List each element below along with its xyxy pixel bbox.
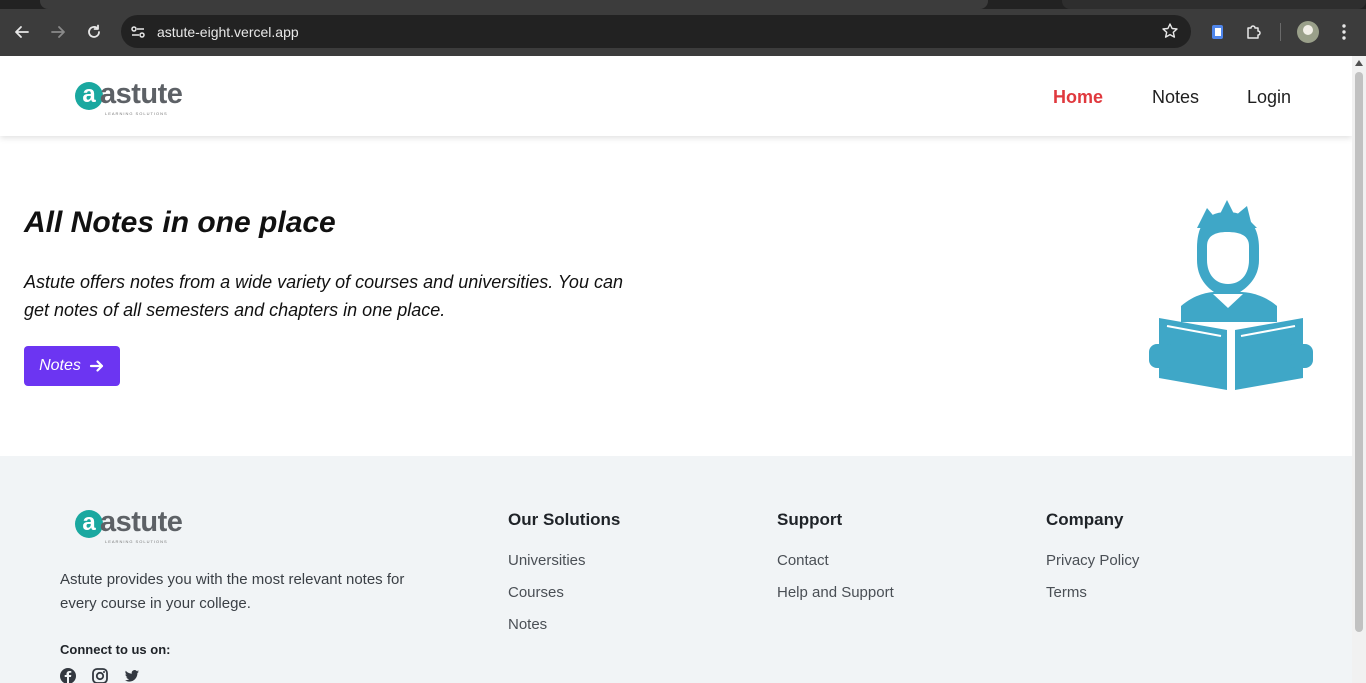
toolbar-separator (1280, 23, 1281, 41)
notes-cta-button[interactable]: Notes (24, 346, 120, 386)
profile-avatar[interactable] (1297, 21, 1319, 43)
logo-tagline: LEARNING SOLUTIONS (105, 111, 168, 116)
nav-login[interactable]: Login (1247, 87, 1291, 108)
forward-arrow-icon (51, 26, 65, 38)
connect-label: Connect to us on: (60, 642, 171, 657)
back-arrow-icon (15, 26, 29, 38)
footer-link-contact[interactable]: Contact (777, 552, 829, 569)
site-footer: a astute LEARNING SOLUTIONS Astute provi… (0, 456, 1352, 683)
footer-link-privacy-policy[interactable]: Privacy Policy (1046, 552, 1139, 569)
twitter-icon[interactable] (123, 667, 141, 683)
page-content: a astute LEARNING SOLUTIONS Home Notes L… (0, 56, 1352, 683)
url-text[interactable]: astute-eight.vercel.app (157, 24, 299, 40)
tab-strip (0, 0, 1366, 9)
footer-col-support-title: Support (777, 510, 843, 529)
extensions-puzzle-icon[interactable] (1244, 22, 1264, 42)
browser-chrome: astute-eight.vercel.app (0, 0, 1366, 56)
reload-button[interactable] (82, 20, 106, 44)
address-bar[interactable]: astute-eight.vercel.app (121, 15, 1191, 48)
reader-icon (1149, 200, 1313, 390)
site-header: a astute LEARNING SOLUTIONS Home Notes L… (0, 56, 1352, 136)
reload-icon (88, 24, 100, 38)
more-menu-icon[interactable] (1334, 22, 1354, 42)
back-button[interactable] (10, 20, 34, 44)
footer-logo-tagline: LEARNING SOLUTIONS (105, 539, 168, 544)
footer-col-company-title: Company (1046, 510, 1124, 529)
footer-logo[interactable]: a astute LEARNING SOLUTIONS (75, 506, 183, 544)
footer-logo-wordmark: astute (100, 506, 183, 538)
hero-description: Astute offers notes from a wide variety … (24, 272, 623, 320)
footer-link-notes[interactable]: Notes (508, 616, 547, 633)
bookmark-star-icon[interactable] (1161, 22, 1179, 40)
astute-logo[interactable]: a astute LEARNING SOLUTIONS (75, 78, 183, 116)
instagram-icon[interactable] (91, 667, 109, 683)
arrow-right-icon (89, 360, 103, 372)
extension-doc-icon[interactable] (1208, 22, 1228, 42)
footer-description: Astute provides you with the most releva… (60, 571, 405, 612)
notes-cta-label: Notes (39, 357, 81, 374)
facebook-icon[interactable] (59, 667, 77, 683)
hero-title: All Notes in one place (24, 206, 336, 240)
forward-button[interactable] (46, 20, 70, 44)
nav-notes[interactable]: Notes (1152, 87, 1199, 108)
logo-mark: a (75, 82, 103, 110)
scrollbar-thumb[interactable] (1355, 72, 1363, 632)
nav-home[interactable]: Home (1053, 87, 1103, 108)
active-tab[interactable] (40, 0, 988, 9)
footer-logo-mark: a (75, 510, 103, 538)
inactive-tab[interactable] (1062, 0, 1366, 9)
footer-link-courses[interactable]: Courses (508, 584, 564, 601)
footer-link-universities[interactable]: Universities (508, 552, 586, 569)
footer-link-terms[interactable]: Terms (1046, 584, 1087, 601)
site-info-icon[interactable] (129, 23, 147, 41)
page-scrollbar[interactable] (1352, 56, 1366, 683)
hero-title-post: in one place (154, 206, 336, 239)
scroll-up-arrow-icon[interactable] (1355, 60, 1363, 66)
logo-wordmark: astute (100, 78, 183, 110)
hero-title-pre: All (24, 206, 71, 239)
footer-col-solutions-title: Our Solutions (508, 510, 621, 529)
hero-title-bold: Notes (70, 206, 155, 239)
footer-link-help-support[interactable]: Help and Support (777, 584, 894, 601)
